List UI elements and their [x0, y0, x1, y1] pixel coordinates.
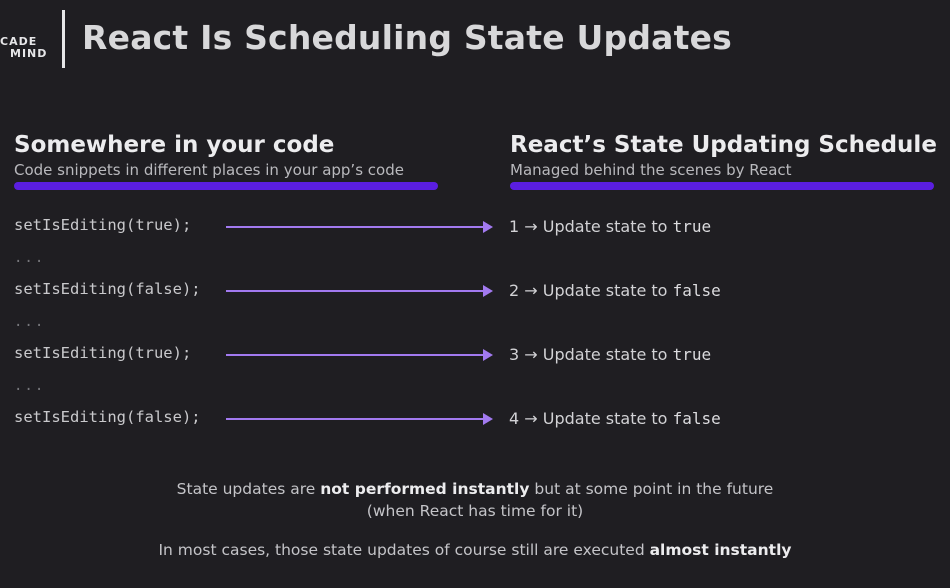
left-heading: Somewhere in your code: [14, 132, 335, 158]
code-call-1: setIsEditing(true);: [14, 216, 192, 234]
right-underline: [510, 182, 934, 190]
step-value: false: [672, 409, 721, 428]
left-underline: [14, 182, 438, 190]
schedule-step-2: 2 → Update state to false: [509, 281, 721, 300]
step-value: true: [672, 217, 712, 236]
step-value: true: [672, 345, 712, 364]
code-call-2: setIsEditing(false);: [14, 280, 201, 298]
separator-dots-2: ...: [14, 314, 46, 330]
arrow-3: [226, 349, 493, 361]
academind-logo: CADE MIND: [0, 36, 47, 60]
left-subheading: Code snippets in different places in you…: [14, 161, 404, 179]
logo-line-2: MIND: [10, 47, 48, 60]
schedule-step-3: 3 → Update state to true: [509, 345, 711, 364]
arrow-2: [226, 285, 493, 297]
note-line-1: State updates are not performed instantl…: [0, 478, 950, 500]
code-call-4: setIsEditing(false);: [14, 408, 201, 426]
right-subheading: Managed behind the scenes by React: [510, 161, 792, 179]
logo-divider: [62, 10, 65, 68]
note-1-start: State updates are: [176, 480, 321, 498]
arrow-1: [226, 221, 493, 233]
schedule-step-1: 1 → Update state to true: [509, 217, 711, 236]
step-label: 2 → Update state to: [509, 281, 673, 300]
right-heading: React’s State Updating Schedule: [510, 132, 937, 158]
schedule-step-4: 4 → Update state to false: [509, 409, 721, 428]
note-line-3: In most cases, those state updates of co…: [0, 539, 950, 561]
note-line-2: (when React has time for it): [366, 502, 584, 520]
step-label: 4 → Update state to: [509, 409, 673, 428]
note-1-end: but at some point in the future: [529, 480, 774, 498]
step-label: 1 → Update state to: [509, 217, 673, 236]
separator-dots-1: ...: [14, 250, 46, 266]
note-3-start: In most cases, those state updates of co…: [158, 541, 650, 559]
step-label: 3 → Update state to: [509, 345, 673, 364]
step-value: false: [672, 281, 721, 300]
slide-title: React Is Scheduling State Updates: [82, 18, 733, 57]
note-1-emphasis: not performed instantly: [320, 480, 530, 498]
code-call-3: setIsEditing(true);: [14, 344, 192, 362]
separator-dots-3: ...: [14, 378, 46, 394]
arrow-4: [226, 413, 493, 425]
note-3-emphasis: almost instantly: [649, 541, 792, 559]
